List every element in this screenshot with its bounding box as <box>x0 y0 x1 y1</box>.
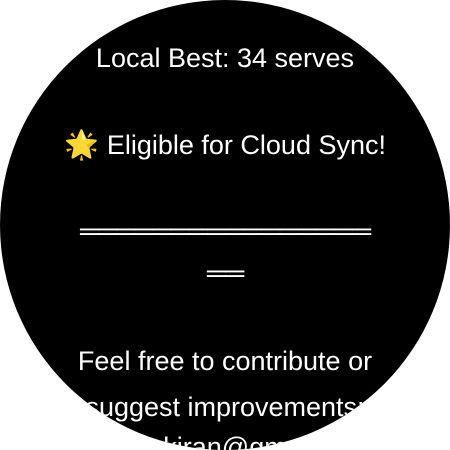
contribute-text: Feel free to contribute or <box>77 346 373 376</box>
suggest-text: suggest improvements: <box>85 392 365 422</box>
contact-email: kiran@gm <box>163 432 287 450</box>
local-best-text: Local Best: 34 serves <box>95 43 355 73</box>
watch-face: Local Best: 34 serves 🌟 Eligible for Clou… <box>0 0 450 450</box>
eligible-text: Eligible for Cloud Sync! <box>106 130 386 160</box>
cloud-sync-eligibility: 🌟 Eligible for Cloud Sync! <box>0 127 450 163</box>
separator-line: ════════════════ <box>79 216 371 246</box>
separator-line-end: ══ <box>206 258 244 288</box>
glowing-star-icon: 🌟 <box>63 129 99 160</box>
scroll-content[interactable]: Local Best: 34 serves 🌟 Eligible for Clou… <box>0 0 450 450</box>
